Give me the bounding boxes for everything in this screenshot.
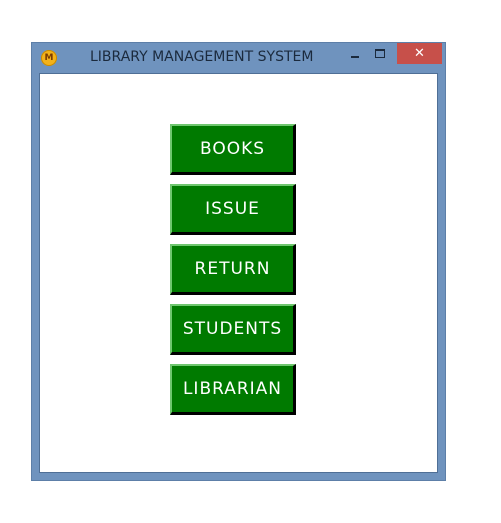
app-window: M LIBRARY MANAGEMENT SYSTEM ✕ BOOKS ISSU… [31,42,446,481]
title-bar[interactable]: M LIBRARY MANAGEMENT SYSTEM ✕ [32,43,445,73]
minimize-button[interactable] [344,43,366,64]
return-button[interactable]: RETURN [170,244,296,295]
books-button[interactable]: BOOKS [170,124,296,175]
app-icon[interactable]: M [41,50,57,66]
main-panel: BOOKS ISSUE RETURN STUDENTS LIBRARIAN [39,73,438,473]
maximize-icon [375,49,385,58]
minimize-icon [351,56,359,58]
window-title: LIBRARY MANAGEMENT SYSTEM [90,49,314,65]
close-icon: ✕ [414,46,425,61]
students-button[interactable]: STUDENTS [170,304,296,355]
close-button[interactable]: ✕ [397,43,442,64]
maximize-button[interactable] [369,43,391,64]
issue-button[interactable]: ISSUE [170,184,296,235]
librarian-button[interactable]: LIBRARIAN [170,364,296,415]
